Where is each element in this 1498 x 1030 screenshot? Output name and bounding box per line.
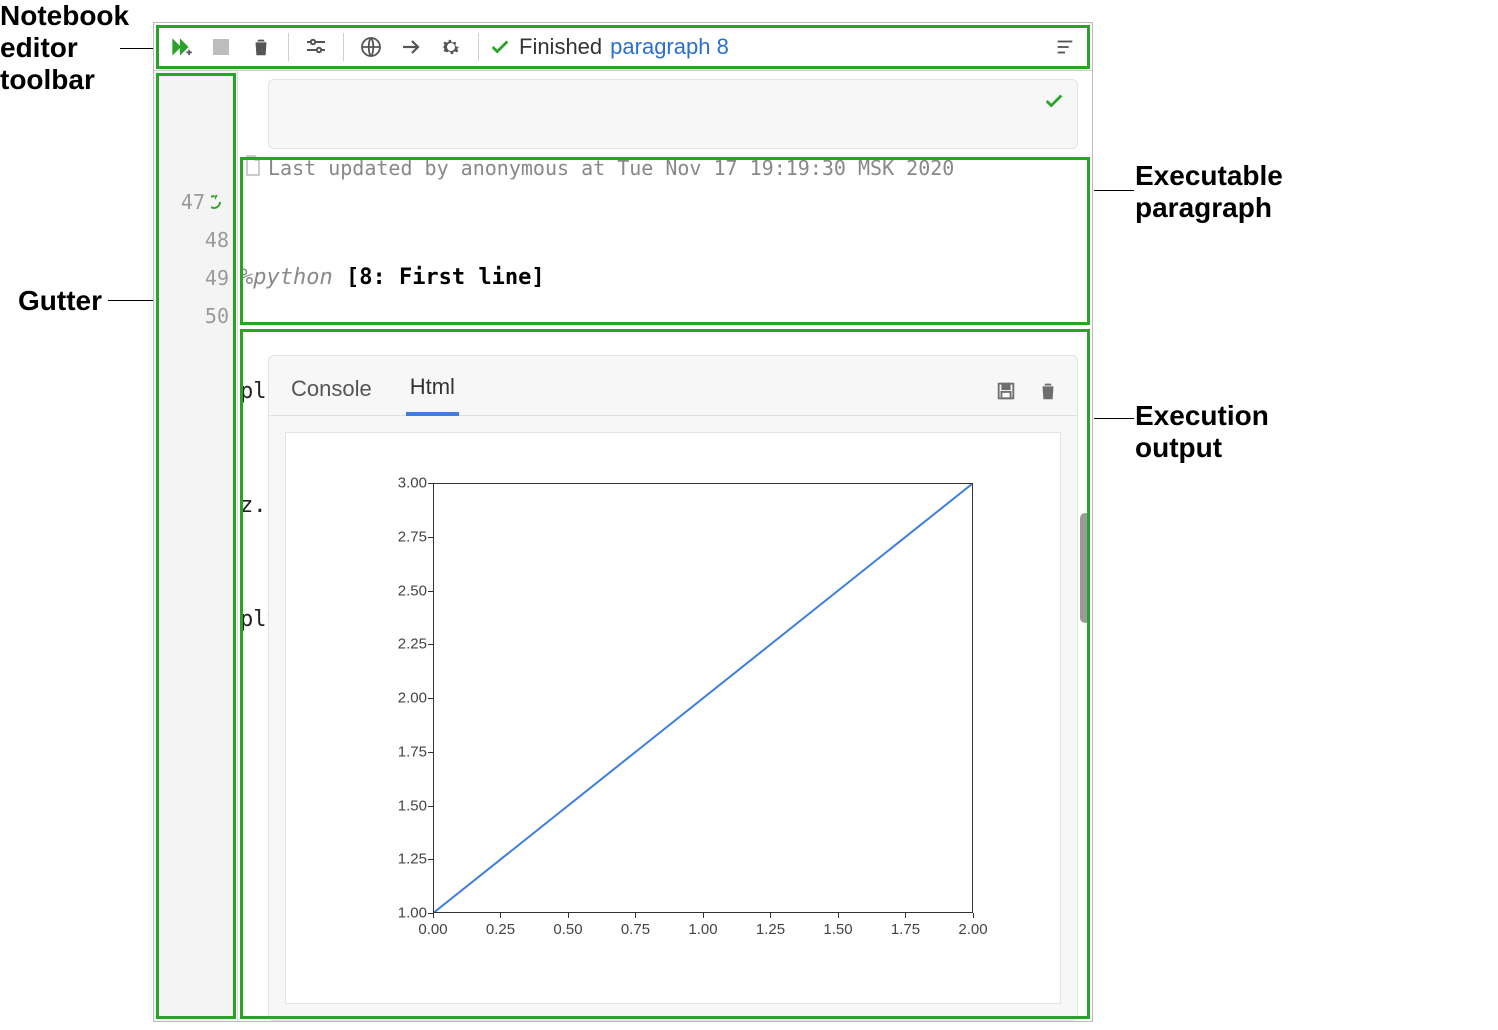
notebook-editor: Finished paragraph 8 47 48 49 50 — [153, 22, 1093, 1022]
line-number: 49 — [205, 266, 229, 290]
go-to-button[interactable] — [394, 30, 428, 64]
previous-output-block[interactable] — [268, 79, 1078, 149]
y-tick-label: 2.75 — [353, 528, 427, 545]
file-icon — [244, 155, 262, 177]
annotation-output-label: Execution output — [1135, 400, 1269, 464]
y-tick-label: 2.25 — [353, 636, 427, 653]
status-link[interactable]: paragraph 8 — [610, 34, 729, 60]
stop-button[interactable] — [204, 30, 238, 64]
chart-container: 1.00 1.25 1.50 1.75 2.00 2.25 2.50 2.75 3.00 0.0… — [285, 432, 1061, 1004]
check-icon — [489, 36, 511, 58]
code-line[interactable]: %python [8: First line] — [240, 259, 1092, 297]
tab-console[interactable]: Console — [287, 368, 376, 414]
x-tick-label: 0.75 — [621, 921, 650, 977]
x-tick-label: 0.00 — [418, 921, 447, 977]
annotation-connector — [1094, 190, 1134, 191]
execution-status: Finished paragraph 8 — [489, 34, 729, 60]
toolbar-separator — [343, 33, 344, 61]
editor-body: 47 48 49 50 Last updated by anonymous at… — [154, 71, 1092, 1021]
line-number: 50 — [205, 304, 229, 328]
y-tick-label: 3.00 — [353, 475, 427, 492]
toc-button[interactable] — [1048, 30, 1082, 64]
x-tick-label: 1.75 — [891, 921, 920, 977]
x-tick-label: 1.00 — [688, 921, 717, 977]
annotation-connector — [1094, 418, 1134, 419]
x-tick-label: 0.50 — [553, 921, 582, 977]
gutter-line[interactable]: 49 — [154, 259, 237, 297]
y-tick-label: 2.50 — [353, 582, 427, 599]
plot-line — [434, 484, 972, 912]
run-paragraph-icon[interactable] — [211, 193, 229, 211]
y-tick-label: 1.25 — [353, 851, 427, 868]
execution-output: Console Html — [268, 355, 1078, 1021]
interpreter-directive: %python — [240, 259, 333, 297]
gutter-line[interactable]: 50 — [154, 297, 237, 335]
y-tick-label: 1.00 — [353, 905, 427, 922]
paragraph-tag: [8: First line] — [333, 259, 545, 297]
scrollbar-thumb[interactable] — [1080, 513, 1090, 623]
output-tabs: Console Html — [269, 356, 1077, 416]
gear-button[interactable] — [434, 30, 468, 64]
y-tick-label: 1.50 — [353, 797, 427, 814]
settings-sliders-button[interactable] — [299, 30, 333, 64]
browser-button[interactable] — [354, 30, 388, 64]
plot-area — [433, 483, 973, 913]
annotation-connector — [120, 48, 153, 49]
x-tick-label: 0.25 — [486, 921, 515, 977]
x-tick-label: 2.00 — [958, 921, 987, 977]
gutter: 47 48 49 50 — [154, 71, 238, 1021]
x-tick-label: 1.50 — [823, 921, 852, 977]
run-all-button[interactable] — [164, 30, 198, 64]
delete-button[interactable] — [244, 30, 278, 64]
annotation-toolbar-label: Notebook editor toolbar — [0, 0, 129, 97]
y-tick-label: 1.75 — [353, 743, 427, 760]
toolbar-separator — [478, 33, 479, 61]
gutter-line[interactable]: 47 — [154, 183, 237, 221]
annotation-gutter-label: Gutter — [18, 285, 102, 317]
last-updated-text: Last updated by anonymous at Tue Nov 17 … — [268, 156, 954, 180]
y-tick-label: 2.00 — [353, 690, 427, 707]
clear-output-button[interactable] — [1037, 380, 1059, 402]
chart: 1.001.251.501.752.002.252.502.753.00 0.0… — [353, 473, 993, 953]
annotation-paragraph-label: Executable paragraph — [1135, 160, 1283, 224]
editor-content: Last updated by anonymous at Tue Nov 17 … — [238, 71, 1092, 1021]
toolbar-separator — [288, 33, 289, 61]
check-icon — [1043, 90, 1065, 112]
x-tick-label: 1.25 — [756, 921, 785, 977]
notebook-toolbar: Finished paragraph 8 — [154, 23, 1092, 71]
line-number: 47 — [181, 190, 205, 214]
annotation-connector — [108, 300, 153, 301]
line-number: 48 — [205, 228, 229, 252]
status-text: Finished — [519, 34, 602, 60]
save-output-button[interactable] — [995, 380, 1017, 402]
gutter-line[interactable]: 48 — [154, 221, 237, 259]
tab-html[interactable]: Html — [406, 366, 459, 416]
